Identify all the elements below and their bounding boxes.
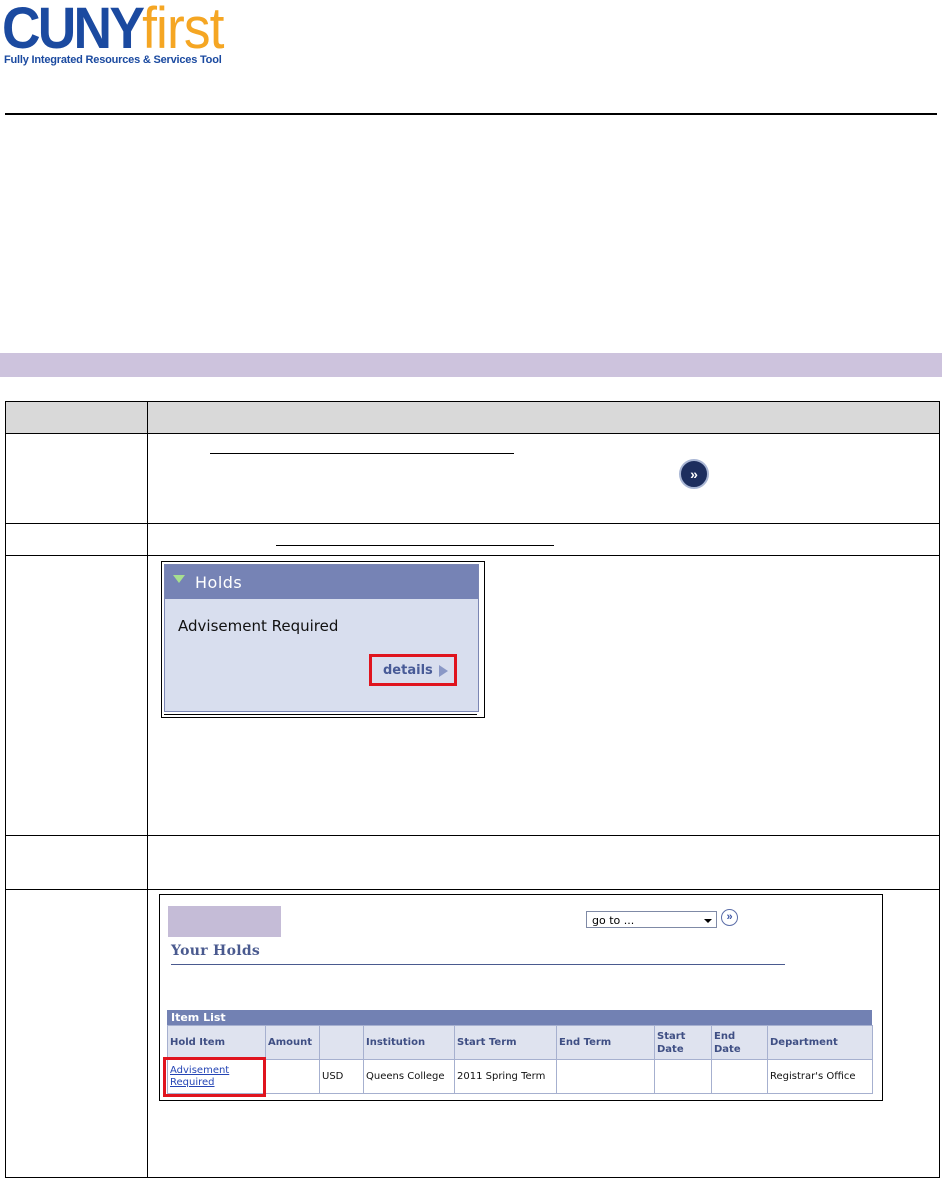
column-header: End Term — [556, 1025, 655, 1060]
table-header-row — [5, 401, 940, 434]
column-header: Institution — [363, 1025, 455, 1060]
column-header: End Date — [711, 1025, 768, 1060]
item-list: Item List Hold Item Amount Institution S… — [163, 1010, 873, 1097]
end-date-cell — [711, 1059, 768, 1094]
column-header — [319, 1025, 364, 1060]
step-cell: Holds Advisement Required details — [147, 555, 940, 836]
step-cell — [147, 835, 940, 890]
start-date-cell — [654, 1059, 712, 1094]
chevron-down-icon — [704, 919, 712, 923]
page-tab-block — [168, 906, 281, 937]
details-link[interactable]: details — [369, 654, 457, 686]
header-cell-action — [147, 401, 940, 434]
table-row: go to ... » Your Holds Item List Hold It… — [5, 889, 940, 1178]
header-cell-step — [5, 401, 148, 434]
expand-triangle-icon[interactable] — [173, 575, 185, 583]
holds-item-text: Advisement Required — [178, 617, 339, 635]
institution-cell: Queens College — [363, 1059, 455, 1094]
fast-forward-icon[interactable]: » — [679, 459, 709, 489]
holds-title: Holds — [195, 573, 243, 592]
page-title: Your Holds — [171, 943, 261, 959]
column-header: Department — [767, 1025, 873, 1060]
table-row: Holds Advisement Required details — [5, 555, 940, 836]
steps-table: » Holds Advisement Required details go t… — [5, 401, 940, 1180]
table-row — [5, 835, 940, 890]
step-cell — [147, 523, 940, 556]
header-rule — [5, 113, 937, 115]
step-cell: » — [147, 433, 940, 524]
blank-underline — [276, 545, 554, 546]
table-row — [5, 523, 940, 556]
holds-widget-screenshot: Holds Advisement Required details — [161, 561, 485, 718]
column-header: Start Date — [654, 1025, 712, 1060]
end-term-cell — [556, 1059, 655, 1094]
holds-header: Holds — [165, 565, 478, 599]
highlight-box — [163, 1057, 266, 1097]
currency-cell: USD — [319, 1059, 364, 1094]
logo-tagline: Fully Integrated Resources & Services To… — [4, 54, 222, 66]
goto-select[interactable]: go to ... — [586, 911, 717, 928]
table-row: Advisement Required USD Queens College 2… — [167, 1059, 873, 1094]
goto-go-button[interactable]: » — [721, 909, 738, 926]
amount-cell — [265, 1059, 320, 1094]
holds-table: Hold Item Amount Institution Start Term … — [167, 1025, 873, 1094]
arrow-right-icon — [439, 665, 448, 677]
department-cell: Registrar's Office — [767, 1059, 873, 1094]
your-holds-screenshot: go to ... » Your Holds Item List Hold It… — [159, 894, 883, 1101]
details-label: details — [383, 663, 433, 678]
item-list-header: Item List — [167, 1010, 872, 1025]
column-header: Hold Item — [167, 1025, 266, 1060]
blank-underline — [210, 453, 514, 454]
table-row: » — [5, 433, 940, 524]
holds-table-header: Hold Item Amount Institution Start Term … — [167, 1025, 873, 1060]
column-header: Start Term — [454, 1025, 557, 1060]
logo-accent-text: first — [142, 0, 224, 61]
logo-main-text: CUNY — [2, 0, 145, 61]
section-bar — [0, 353, 942, 377]
column-header: Amount — [265, 1025, 320, 1060]
step-cell: go to ... » Your Holds Item List Hold It… — [147, 889, 940, 1178]
start-term-cell: 2011 Spring Term — [454, 1059, 557, 1094]
